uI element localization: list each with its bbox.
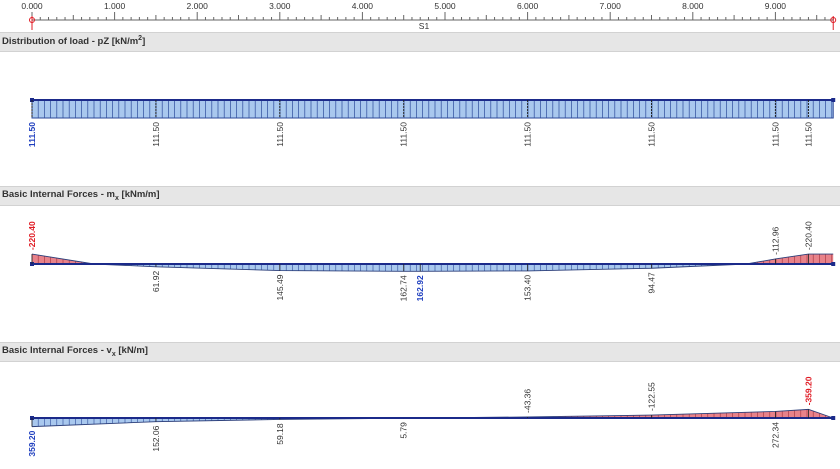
ruler-tick-label: 1.000	[104, 1, 126, 11]
ruler-tick-label: 8.000	[682, 1, 704, 11]
node-end	[831, 416, 836, 420]
load-value-label: 111.50	[523, 122, 533, 147]
shear-value-label: 59.18	[275, 423, 285, 445]
member-label: S1	[419, 21, 430, 31]
panel-header-load: Distribution of load - pZ [kN/m2]	[0, 32, 840, 52]
shear-value-label: 152.06	[151, 425, 161, 451]
moment-diagram: -220.40 61.92 145.49 162.74 162.92 153.40 94.4…	[27, 221, 836, 301]
node-end	[831, 262, 836, 266]
shear-value-label: -43.36	[523, 389, 533, 413]
moment-value-label: 162.74	[399, 275, 409, 301]
panel-title-shear: Basic Internal Forces - vx [kN/m]	[2, 345, 148, 358]
panel-title-load: Distribution of load - pZ [kN/m2]	[2, 35, 146, 48]
shear-diagram: 359.20 152.06 59.18 5.79 -43.36 -122.55 272.34…	[27, 376, 836, 457]
load-value-label: 111.50	[275, 122, 285, 147]
load-area	[31, 99, 834, 119]
moment-area	[808, 254, 834, 264]
load-value-label: 111.50	[27, 122, 37, 147]
load-distribution-diagram: 111.50 111.50 111.50 111.50 111.50 111.50 111.…	[27, 98, 836, 147]
shear-value-label: 359.20	[27, 430, 37, 456]
load-value-label: 111.50	[647, 122, 657, 147]
moment-value-label: 61.92	[151, 271, 161, 293]
shear-value-label: -359.20	[803, 376, 813, 405]
moment-value-label: 145.49	[275, 274, 285, 300]
node-end	[831, 98, 836, 102]
member-ruler: 0.000 1.000 2.000 3.000 4.000 5.000 6.000 7.000…	[0, 0, 840, 32]
moment-value-label: 162.92	[415, 275, 425, 301]
ruler-tick-label: 0.000	[21, 1, 43, 11]
moment-value-label: -112.96	[770, 226, 780, 254]
moment-value-label: 94.47	[647, 272, 657, 294]
load-value-label: 111.50	[399, 122, 409, 147]
load-value-label: 111.50	[803, 122, 813, 147]
panel-title-moment: Basic Internal Forces - mx [kNm/m]	[2, 189, 160, 202]
panel-header-shear: Basic Internal Forces - vx [kN/m]	[0, 342, 840, 362]
ruler-tick-label: 9.000	[765, 1, 787, 11]
shear-value-label: -122.55	[647, 382, 657, 411]
ruler-tick-label: 3.000	[269, 1, 291, 11]
load-value-label: 111.50	[151, 122, 161, 147]
ruler-tick-label: 4.000	[352, 1, 374, 11]
moment-value-label: -220.40	[27, 221, 37, 250]
ruler-tick-label: 5.000	[434, 1, 456, 11]
ruler-tick-label: 6.000	[517, 1, 539, 11]
moment-area	[420, 264, 528, 272]
panel-header-moment: Basic Internal Forces - mx [kNm/m]	[0, 186, 840, 206]
load-value-label: 111.50	[770, 122, 780, 147]
ruler-tick-label: 2.000	[187, 1, 209, 11]
shear-value-label: 272.34	[770, 422, 780, 448]
shear-value-label: 5.79	[399, 422, 409, 439]
moment-value-label: 153.40	[523, 275, 533, 301]
moment-value-label: -220.40	[803, 221, 813, 250]
ruler-tick-label: 7.000	[600, 1, 622, 11]
moment-area	[403, 264, 421, 272]
